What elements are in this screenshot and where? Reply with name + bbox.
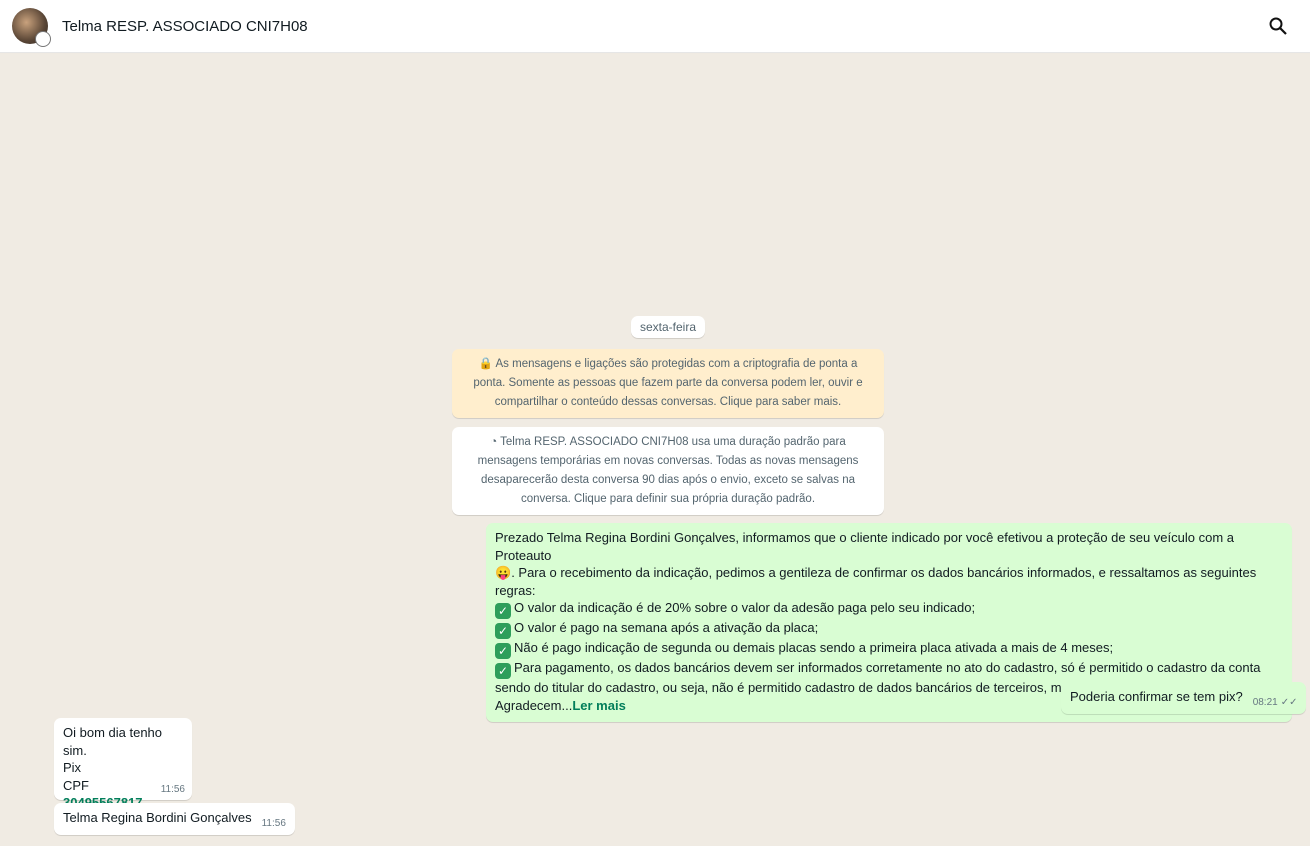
double-check-icon: ✓✓ [1280, 697, 1298, 708]
read-more-link[interactable]: Ler mais [572, 698, 625, 713]
chat-header[interactable]: Telma RESP. ASSOCIADO CNI7H08 [0, 0, 1310, 53]
message-incoming[interactable]: Telma Regina Bordini Gonçalves 11:56 [54, 803, 295, 835]
check-mark-icon: ✓ [495, 643, 511, 659]
encryption-notice[interactable]: 🔒 As mensagens e ligações são protegidas… [452, 349, 884, 418]
lock-icon: 🔒 [478, 358, 496, 370]
date-separator: sexta-feira [631, 316, 705, 338]
message-incoming[interactable]: Oi bom dia tenho sim. Pix CPF 3049556781… [54, 718, 192, 810]
check-mark-icon: ✓ [495, 603, 511, 619]
timer-icon: ◔ [490, 436, 501, 448]
emoji: 😛 [495, 565, 512, 580]
disappearing-messages-notice[interactable]: ◔ Telma RESP. ASSOCIADO CNI7H08 usa uma … [452, 427, 884, 515]
message-time: 11:56 [160, 784, 185, 795]
message-outgoing[interactable]: Poderia confirmar se tem pix? 08:21 ✓✓ [1061, 682, 1307, 714]
timer-badge-icon [35, 31, 51, 47]
check-mark-icon: ✓ [495, 663, 511, 679]
contact-avatar[interactable] [12, 8, 51, 47]
search-icon[interactable] [1268, 16, 1288, 36]
contact-name[interactable]: Telma RESP. ASSOCIADO CNI7H08 [62, 18, 308, 35]
check-mark-icon: ✓ [495, 623, 511, 639]
